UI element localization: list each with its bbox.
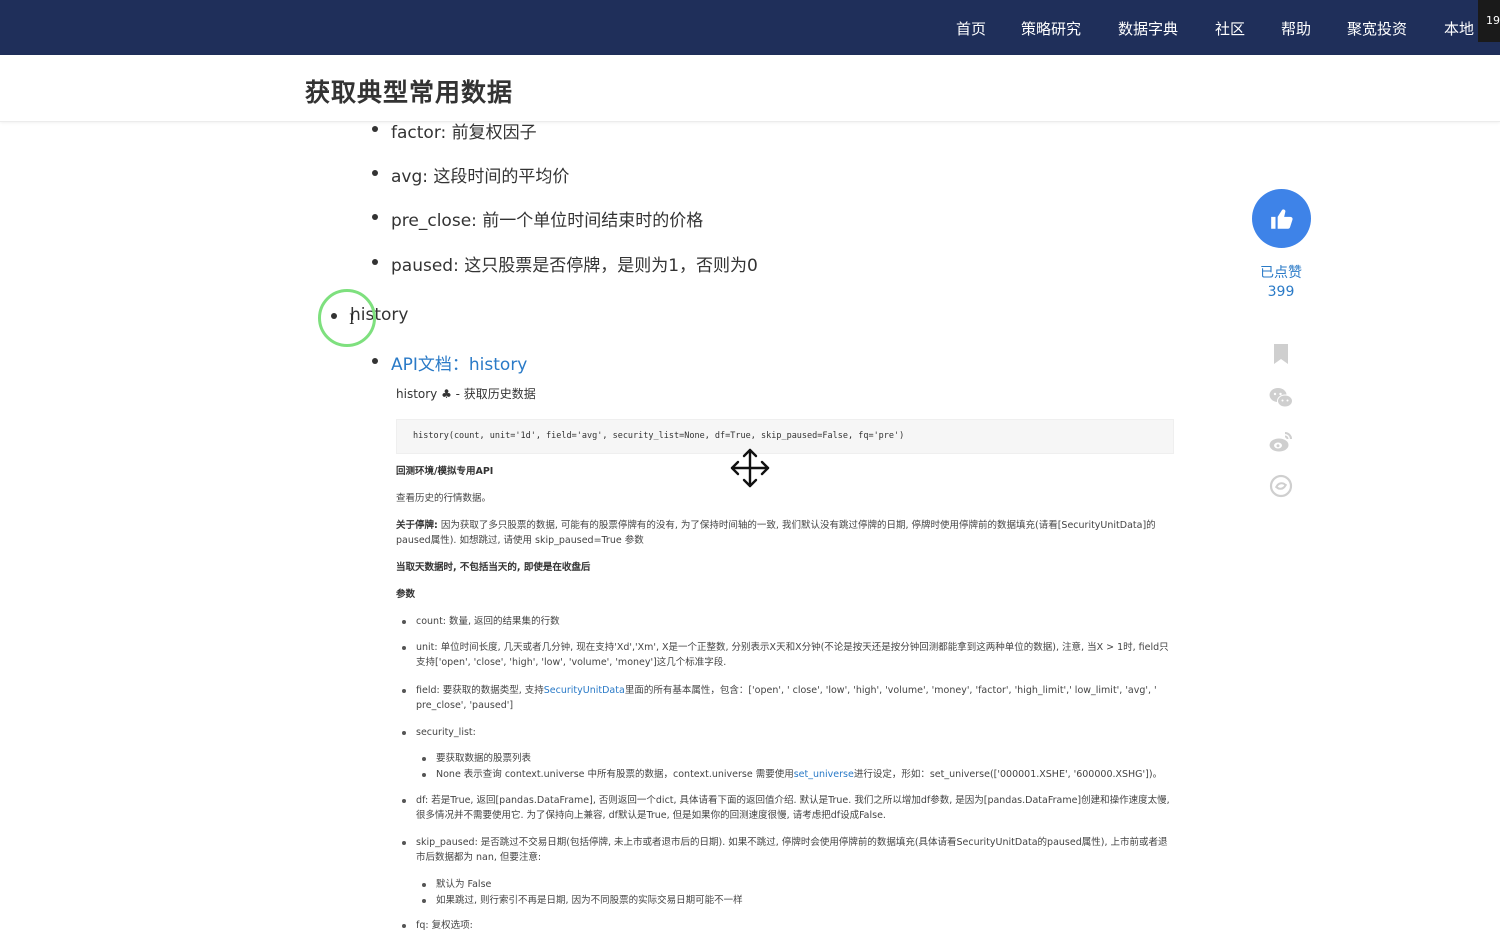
doc-sl-sub1: 要获取数据的股票列表: [422, 751, 1174, 766]
nav-strategy-research[interactable]: 策略研究: [1021, 18, 1081, 39]
like-label: 已点赞: [1260, 265, 1302, 281]
doc-pause-note: 关于停牌: 因为获取了多只股票的数据, 可能有的股票停牌有的没有, 为了保持时间…: [396, 518, 1174, 548]
nav-local[interactable]: 本地: [1444, 18, 1474, 39]
doc-params-heading: 参数: [396, 589, 416, 600]
doc-sl-sub2-suffix: 进行设定，形如：set_universe(['000001.XSHE', '60…: [853, 769, 1163, 780]
nav-corner-badge: 19: [1478, 0, 1500, 42]
field-avg: avg: 这段时间的平均价: [371, 162, 569, 187]
doc-param-df: df: 若是True, 返回[pandas.DataFrame], 否则返回一个…: [402, 793, 1174, 823]
doc-param-count: count: 数量, 返回的结果集的行数: [402, 614, 1174, 629]
nav-help[interactable]: 帮助: [1281, 18, 1311, 39]
field-factor: factor: 前复权因子: [372, 121, 537, 143]
like-button[interactable]: [1252, 189, 1311, 248]
doc-today-note: 当取天数据时, 不包括当天的, 即使是在收盘后: [396, 562, 591, 573]
doc-param-field: field: 要获取的数据类型, 支持SecurityUnitData里面的所有…: [402, 683, 1174, 713]
nav-community[interactable]: 社区: [1215, 18, 1245, 39]
click-highlight-ring: [318, 289, 376, 347]
doc-param-fq: fq: 复权选项:: [402, 918, 1174, 933]
thumbs-up-icon: [1270, 208, 1293, 229]
doc-field-prefix: field: 要获取的数据类型, 支持: [416, 685, 544, 696]
doc-desc: 查看历史的行情数据。: [396, 493, 492, 504]
weibo-icon[interactable]: [1268, 429, 1294, 455]
doc-sl-sub2-prefix: None 表示查询 context.universe 中所有股票的数据，cont…: [436, 769, 794, 780]
set-universe-link[interactable]: set_universe: [794, 769, 854, 780]
code-signature: history(count, unit='1d', field='avg', s…: [396, 419, 1174, 454]
doc-sp-sub2: 如果跳过, 则行索引不再是日期, 因为不同股票的实际交易日期可能不一样: [422, 893, 1174, 908]
title-bar: 获取典型常用数据: [0, 55, 1500, 122]
nav-home[interactable]: 首页: [956, 18, 986, 39]
doc-param-unit: unit: 单位时间长度, 几天或者几分钟, 现在支持'Xd','Xm', X是…: [402, 640, 1174, 670]
move-cursor-icon: [730, 448, 770, 488]
securityunitdata-link[interactable]: SecurityUnitData: [544, 685, 625, 696]
like-count: 399: [1267, 284, 1295, 300]
douban-icon[interactable]: [1268, 473, 1294, 499]
api-doc-link[interactable]: API文档：history: [371, 350, 527, 375]
field-paused: paused: 这只股票是否停牌，是则为1，否则为0: [372, 251, 758, 276]
page-title: 获取典型常用数据: [305, 78, 514, 107]
bookmark-icon[interactable]: [1268, 341, 1294, 367]
doc-pause-label: 关于停牌:: [396, 520, 438, 531]
text-cursor-icon: I: [349, 312, 355, 328]
doc-pause-text: 因为获取了多只股票的数据, 可能有的股票停牌有的没有, 为了保持时间轴的一致, …: [396, 520, 1156, 546]
doc-env: 回测环境/模拟专用API: [396, 466, 494, 477]
nav-data-dictionary[interactable]: 数据字典: [1118, 18, 1178, 39]
nav-joinquant-invest[interactable]: 聚宽投资: [1347, 18, 1407, 39]
doc-sp-sub1: 默认为 False: [422, 877, 1174, 892]
top-navbar: 首页 策略研究 数据字典 社区 帮助 聚宽投资 本地 19: [0, 0, 1500, 55]
wechat-icon[interactable]: [1268, 385, 1294, 411]
field-pre-close: pre_close: 前一个单位时间结束时的价格: [371, 206, 703, 231]
doc-param-security-list: security_list:: [402, 725, 1174, 740]
doc-param-skip-paused: skip_paused: 是否跳过不交易日期(包括停牌, 未上市或者退市后的日期…: [402, 835, 1174, 865]
doc-sl-sub2: None 表示查询 context.universe 中所有股票的数据，cont…: [422, 767, 1174, 782]
doc-title: history ♣ - 获取历史数据: [396, 387, 536, 401]
